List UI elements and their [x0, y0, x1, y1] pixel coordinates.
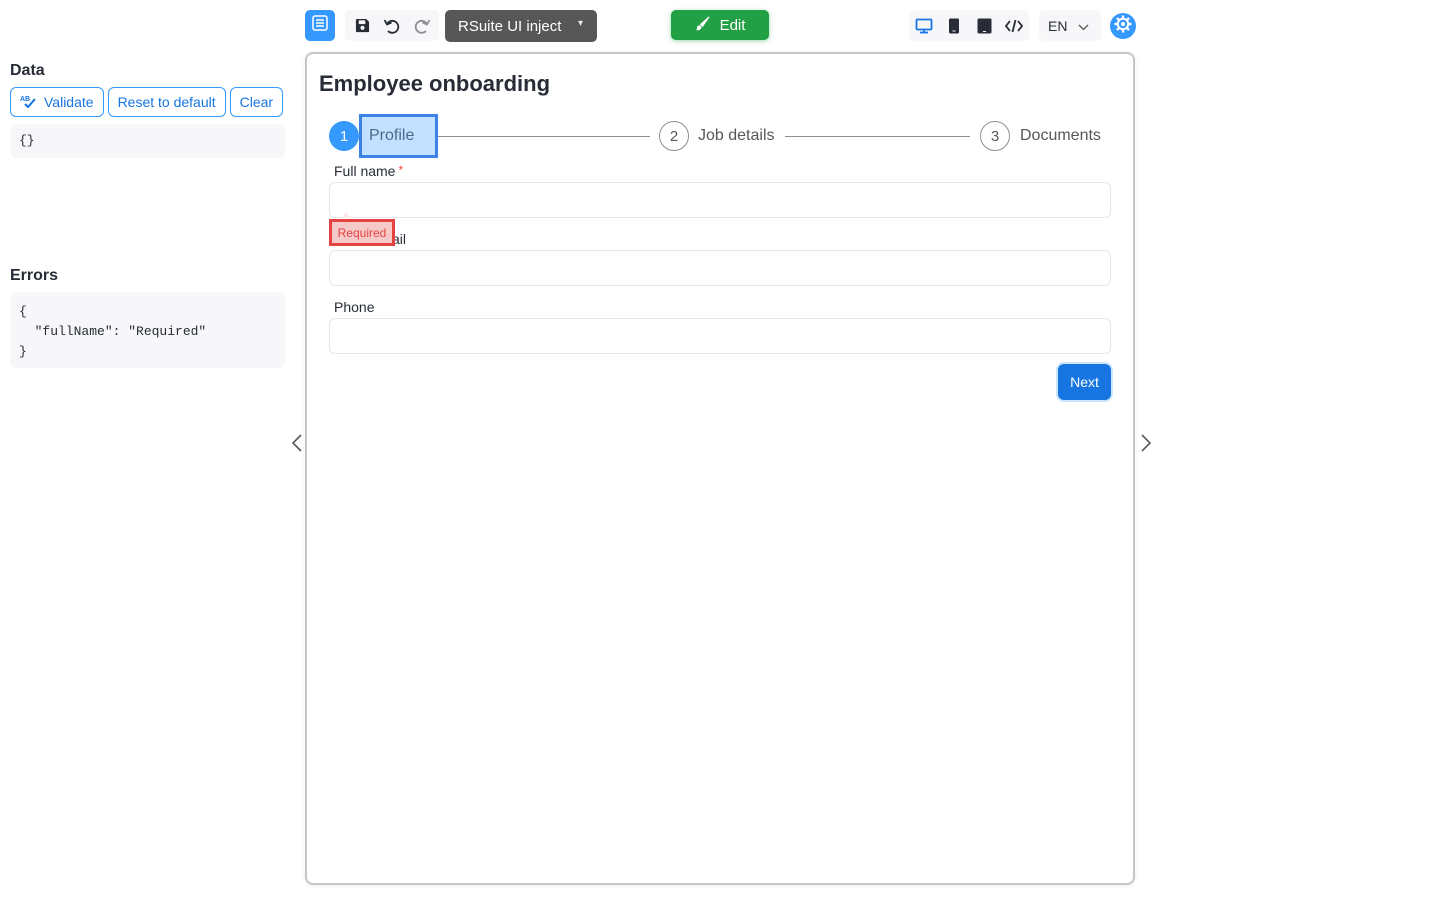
- errors-json-view: { "fullName": "Required" }: [10, 292, 285, 368]
- edit-button[interactable]: Edit: [671, 10, 769, 40]
- previous-arrow-icon[interactable]: [290, 431, 304, 455]
- step-3-label[interactable]: Documents: [1020, 127, 1101, 145]
- full-name-label: Full name *: [334, 163, 403, 179]
- validate-label: Validate: [44, 94, 94, 110]
- step-1-selection-highlight: [359, 114, 438, 158]
- steps: 1 Profile 2 Job details 3 Documents: [329, 114, 1113, 158]
- required-mark: *: [398, 163, 404, 177]
- undo-icon[interactable]: [380, 14, 404, 38]
- step-2-circle[interactable]: 2: [659, 121, 689, 151]
- toolbar: RSuite UI inject ▾ Edit EN: [305, 10, 1136, 42]
- full-name-label-text: Full name: [334, 163, 396, 179]
- next-button[interactable]: Next: [1058, 364, 1111, 400]
- language-value: EN: [1048, 17, 1068, 34]
- errors-title: Errors: [10, 267, 59, 284]
- data-actions: AB Validate Reset to default Clear: [10, 87, 284, 117]
- device-switcher: [909, 10, 1029, 41]
- reset-to-default-button[interactable]: Reset to default: [107, 87, 226, 117]
- step-connector: [785, 136, 970, 137]
- save-icon[interactable]: [350, 14, 374, 38]
- theme-select[interactable]: RSuite UI inject ▾: [445, 10, 597, 42]
- spellcheck-icon: AB: [20, 94, 36, 111]
- email-input[interactable]: [329, 250, 1111, 286]
- tablet-icon[interactable]: [972, 14, 996, 38]
- phone-icon[interactable]: [942, 14, 966, 38]
- next-arrow-icon[interactable]: [1139, 431, 1153, 455]
- code-icon[interactable]: [1002, 14, 1026, 38]
- phone-label: Phone: [334, 299, 375, 315]
- phone-input[interactable]: [329, 318, 1111, 354]
- step-1-circle[interactable]: 1: [329, 121, 359, 151]
- svg-text:AB: AB: [20, 96, 30, 103]
- edit-label: Edit: [719, 16, 746, 34]
- form-preview-canvas: Employee onboarding 1 Profile 2 Job deta…: [305, 52, 1135, 885]
- full-name-input[interactable]: [329, 182, 1111, 218]
- step-3-circle[interactable]: 3: [980, 121, 1010, 151]
- settings-button[interactable]: [1110, 13, 1136, 39]
- validate-button[interactable]: AB Validate: [10, 87, 104, 117]
- chevron-down-icon: [1078, 18, 1089, 34]
- brush-icon: [695, 16, 710, 35]
- history-tools: [345, 10, 439, 41]
- clear-button[interactable]: Clear: [229, 87, 284, 117]
- data-json-view: {}: [10, 124, 285, 158]
- error-tooltip-arrow: [341, 212, 351, 218]
- redo-icon[interactable]: [410, 14, 434, 38]
- data-title: Data: [10, 62, 45, 79]
- language-select[interactable]: EN: [1039, 10, 1101, 41]
- settings-icon: [1114, 15, 1132, 38]
- caret-down-icon: ▾: [577, 18, 583, 29]
- desktop-icon[interactable]: [912, 14, 936, 38]
- form-title: Employee onboarding: [319, 71, 551, 96]
- menu-button[interactable]: [305, 10, 335, 41]
- step-connector: [438, 136, 650, 137]
- step-2-label[interactable]: Job details: [698, 127, 775, 145]
- full-name-error-tooltip: Required: [329, 219, 395, 246]
- theme-select-value: RSuite UI inject: [458, 17, 562, 35]
- menu-icon: [312, 15, 328, 36]
